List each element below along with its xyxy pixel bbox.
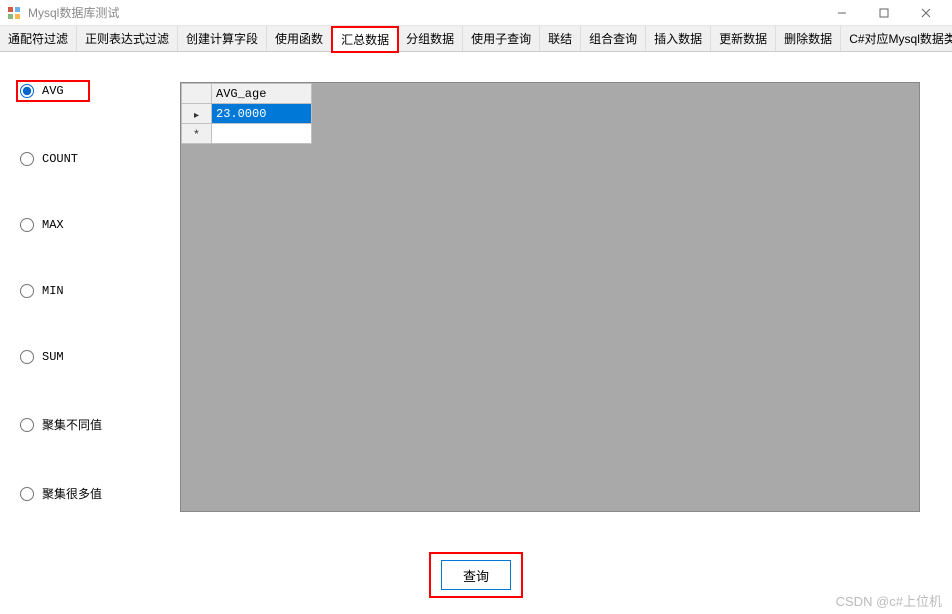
radio-agg-distinct-label: 聚集不同值	[42, 416, 102, 433]
tab-group-data[interactable]: 分组数据	[398, 26, 463, 51]
tab-insert-data[interactable]: 插入数据	[646, 26, 711, 51]
tab-update-data[interactable]: 更新数据	[711, 26, 776, 51]
datagrid-panel: AVG_age 23.0000 *	[180, 82, 920, 512]
datagrid-column-header[interactable]: AVG_age	[212, 84, 312, 104]
tab-subquery[interactable]: 使用子查询	[463, 26, 540, 51]
radio-agg-distinct[interactable]	[20, 418, 34, 432]
titlebar: Mysql数据库测试	[0, 0, 952, 26]
datagrid-cell-value[interactable]: 23.0000	[212, 104, 312, 124]
radio-avg[interactable]	[20, 84, 34, 98]
tab-union-query[interactable]: 组合查询	[581, 26, 646, 51]
maximize-button[interactable]	[864, 1, 904, 25]
radio-count-row: COUNT	[20, 152, 180, 166]
tab-computed-fields[interactable]: 创建计算字段	[178, 26, 267, 51]
radio-min-label: MIN	[42, 284, 64, 298]
datagrid[interactable]: AVG_age 23.0000 *	[181, 83, 312, 144]
datagrid-cell-empty[interactable]	[212, 124, 312, 144]
tab-join[interactable]: 联结	[540, 26, 581, 51]
radio-count[interactable]	[20, 152, 34, 166]
minimize-button[interactable]	[822, 1, 862, 25]
radio-agg-many-label: 聚集很多值	[42, 485, 102, 502]
content-area: AVG COUNT MAX MIN SUM 聚集不同值 聚集很多值	[0, 52, 952, 614]
tab-use-functions[interactable]: 使用函数	[267, 26, 332, 51]
datagrid-header-row: AVG_age	[182, 84, 312, 104]
window-controls	[822, 1, 946, 25]
tab-csharp-mysql-types[interactable]: C#对应Mysql数据类型	[841, 26, 952, 51]
radio-max[interactable]	[20, 218, 34, 232]
radio-sum-row: SUM	[20, 350, 180, 364]
radio-max-label: MAX	[42, 218, 64, 232]
radio-avg-row: AVG	[20, 82, 180, 100]
table-row[interactable]: 23.0000	[182, 104, 312, 124]
tab-regex-filter[interactable]: 正则表达式过滤	[77, 26, 178, 51]
row-selector-icon[interactable]	[182, 104, 212, 124]
radio-sum[interactable]	[20, 350, 34, 364]
radio-max-row: MAX	[20, 218, 180, 232]
datagrid-corner-cell[interactable]	[182, 84, 212, 104]
radio-min[interactable]	[20, 284, 34, 298]
close-button[interactable]	[906, 1, 946, 25]
tabstrip: 通配符过滤 正则表达式过滤 创建计算字段 使用函数 汇总数据 分组数据 使用子查…	[0, 26, 952, 52]
radio-avg-label: AVG	[42, 84, 64, 98]
radio-min-row: MIN	[20, 284, 180, 298]
tab-delete-data[interactable]: 删除数据	[776, 26, 841, 51]
main-area: AVG_age 23.0000 *	[180, 52, 952, 614]
watermark-text: CSDN @c#上位机	[836, 591, 942, 610]
tab-wildcard-filter[interactable]: 通配符过滤	[0, 26, 77, 51]
query-button-highlight: 查询	[431, 554, 521, 596]
new-row-marker[interactable]: *	[182, 124, 212, 144]
radio-agg-many[interactable]	[20, 487, 34, 501]
radio-sum-label: SUM	[42, 350, 64, 364]
window-title: Mysql数据库测试	[28, 4, 119, 21]
radio-agg-many-row: 聚集很多值	[20, 485, 180, 502]
sidebar: AVG COUNT MAX MIN SUM 聚集不同值 聚集很多值	[0, 52, 180, 614]
radio-agg-distinct-row: 聚集不同值	[20, 416, 180, 433]
app-icon	[6, 5, 22, 21]
query-button[interactable]: 查询	[441, 560, 511, 590]
tab-aggregate-data[interactable]: 汇总数据	[332, 27, 398, 52]
radio-count-label: COUNT	[42, 152, 78, 166]
table-row-new[interactable]: *	[182, 124, 312, 144]
